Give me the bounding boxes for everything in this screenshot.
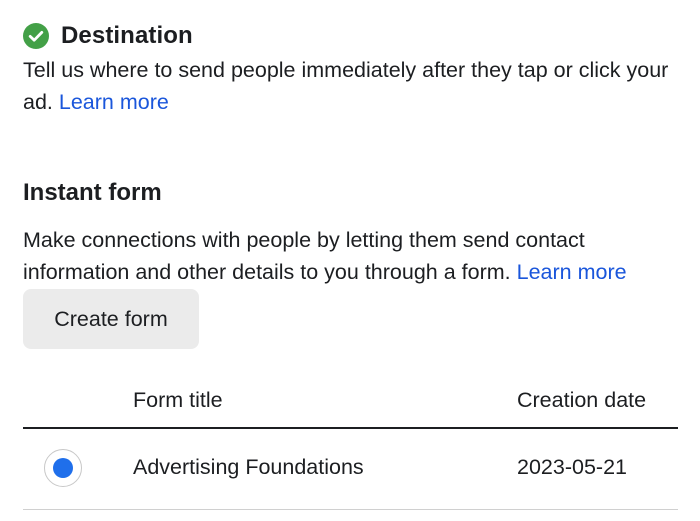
destination-learn-more-link[interactable]: Learn more [59,90,169,114]
creation-date-cell: 2023-05-21 [517,455,627,479]
form-title-cell: Advertising Foundations [133,455,364,479]
forms-table-header: Form title Creation date [23,382,678,429]
instant-form-title: Instant form [23,179,162,206]
form-select-radio[interactable] [44,449,82,487]
instant-form-learn-more-link[interactable]: Learn more [517,260,627,284]
column-header-creation-date: Creation date [517,388,647,412]
destination-header: Destination [23,20,193,52]
destination-title: Destination [61,22,193,49]
create-form-button[interactable]: Create form [23,289,199,349]
instant-form-description-text: Make connections with people by letting … [23,228,585,284]
table-row[interactable]: Advertising Foundations 2023-05-21 [23,429,678,510]
instant-form-description: Make connections with people by letting … [23,224,693,288]
column-header-form-title: Form title [133,388,223,412]
radio-selected-dot [53,458,73,478]
destination-description: Tell us where to send people immediately… [23,54,693,118]
check-circle-icon [23,23,49,49]
